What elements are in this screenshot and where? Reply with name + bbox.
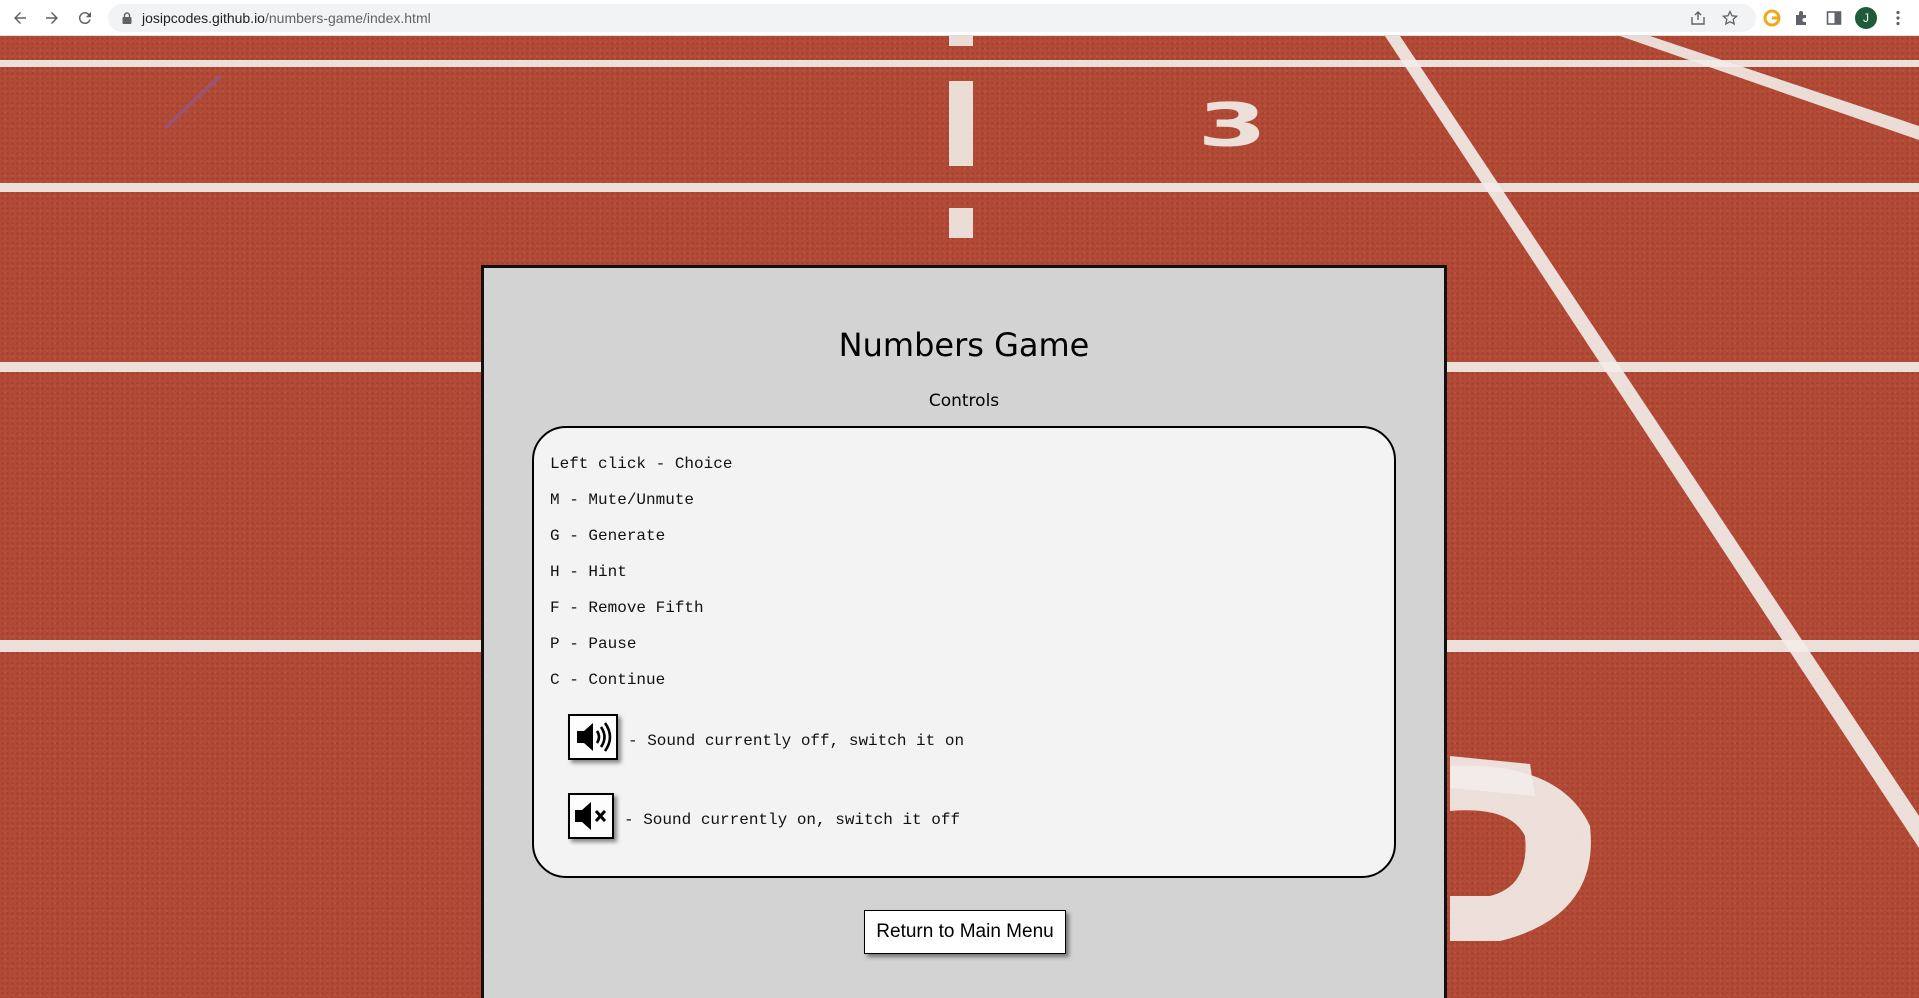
control-continue: C - Continue — [550, 671, 666, 689]
controls-panel: Numbers Game Controls Left click - Choic… — [481, 265, 1447, 998]
side-panel-icon[interactable] — [1822, 6, 1846, 30]
url-host: josipcodes.github.io — [142, 10, 265, 26]
extensions-puzzle-icon[interactable] — [1790, 6, 1814, 30]
address-bar[interactable]: josipcodes.github.io/numbers-game/index.… — [108, 4, 1756, 32]
browser-toolbar: josipcodes.github.io/numbers-game/index.… — [0, 0, 1919, 36]
back-arrow-icon[interactable] — [8, 6, 32, 30]
control-left-click: Left click - Choice — [550, 455, 733, 473]
control-generate: G - Generate — [550, 527, 666, 545]
sound-off-description: - Sound currently on, switch it off — [624, 811, 961, 829]
return-to-main-menu-button[interactable]: Return to Main Menu — [864, 910, 1066, 954]
controls-list: Left click - Choice M - Mute/Unmute G - … — [532, 426, 1396, 878]
profile-avatar[interactable]: J — [1855, 7, 1877, 29]
sound-on-description: - Sound currently off, switch it on — [628, 732, 965, 750]
forward-arrow-icon[interactable] — [40, 6, 64, 30]
extension-g-icon[interactable] — [1760, 6, 1784, 30]
lock-icon — [122, 12, 132, 24]
url-path: /numbers-game/index.html — [264, 10, 431, 26]
kebab-menu-icon[interactable] — [1886, 6, 1910, 30]
share-icon[interactable] — [1688, 8, 1708, 28]
control-mute: M - Mute/Unmute — [550, 491, 695, 509]
speaker-on-icon[interactable] — [568, 714, 618, 760]
speaker-muted-icon[interactable] — [568, 793, 614, 839]
url-text: josipcodes.github.io/numbers-game/index.… — [142, 10, 431, 26]
bookmark-star-icon[interactable] — [1720, 8, 1740, 28]
control-pause: P - Pause — [550, 635, 637, 653]
control-hint: H - Hint — [550, 563, 627, 581]
controls-heading: Controls — [928, 391, 1000, 411]
reload-icon[interactable] — [73, 6, 97, 30]
page-viewport: 3 Numbers Game Controls Left click - Cho… — [0, 36, 1919, 998]
control-remove-fifth: F - Remove Fifth — [550, 599, 704, 617]
svg-text:3: 3 — [1198, 90, 1268, 160]
page-title: Numbers Game — [838, 326, 1090, 364]
